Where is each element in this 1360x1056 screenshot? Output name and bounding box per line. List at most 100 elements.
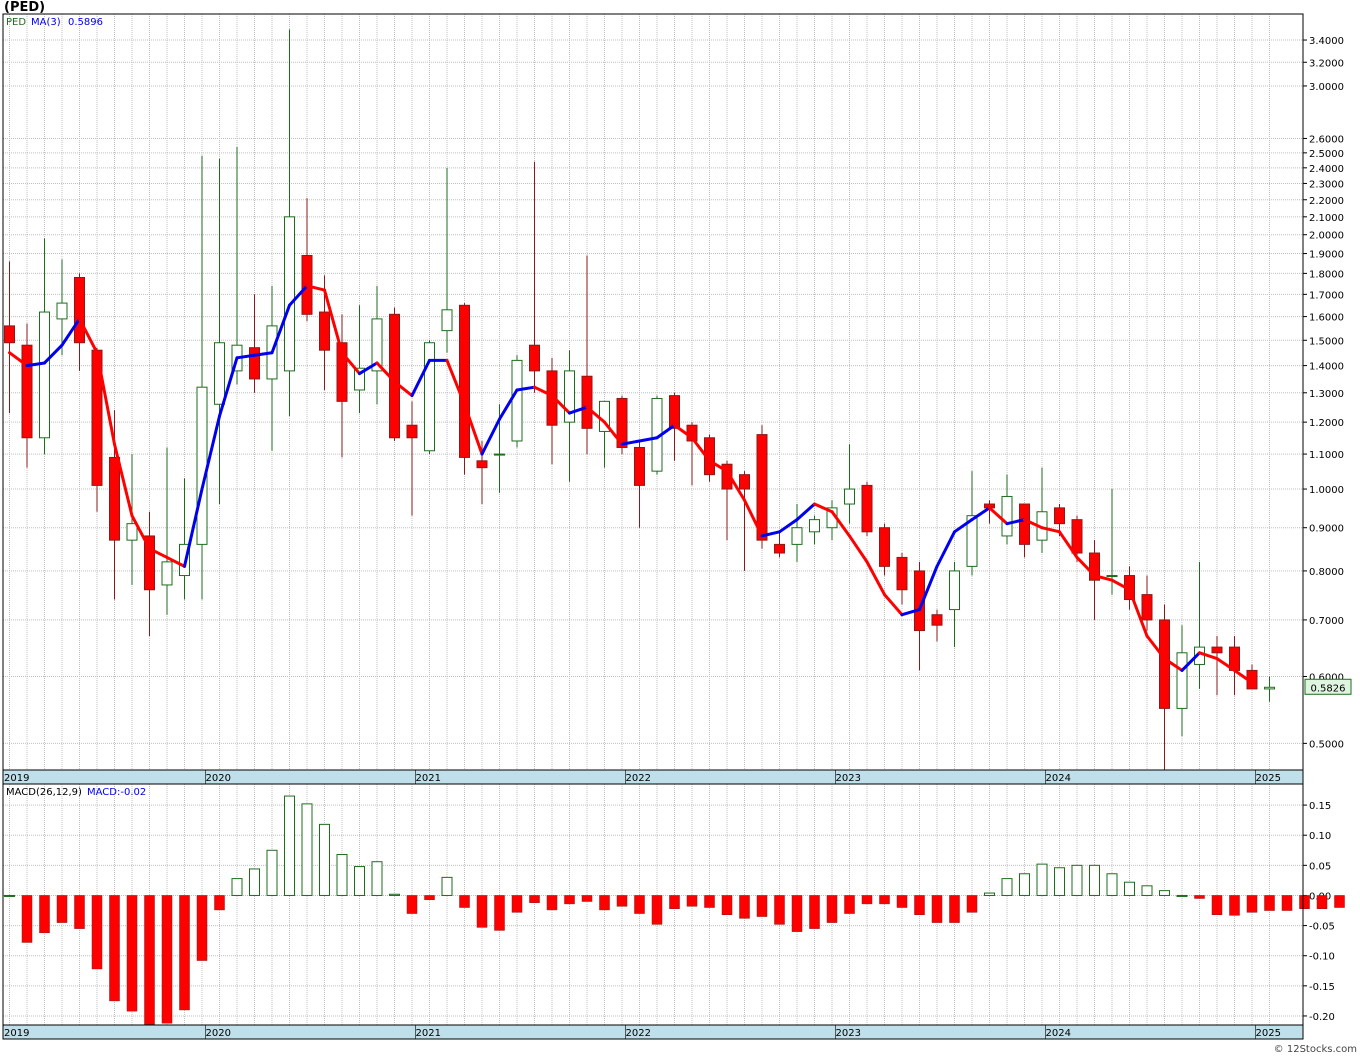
- macd-bar: [441, 876, 453, 896]
- candle-body: [511, 359, 523, 442]
- macd-bar: [214, 895, 225, 911]
- candle-body: [1141, 594, 1153, 621]
- candle-body: [1159, 619, 1170, 709]
- macd-bar: [91, 895, 103, 970]
- price-tick-label: 1.2000: [1309, 418, 1344, 429]
- macd-year-label: 2023: [836, 1028, 861, 1039]
- candle-body: [1264, 686, 1275, 690]
- candle-body: [39, 311, 50, 439]
- macd-tick-label: -0.05: [1309, 922, 1335, 933]
- candle-body: [161, 561, 173, 586]
- macd-bar: [249, 868, 260, 896]
- macd-bar: [354, 866, 365, 896]
- price-year-label: 2019: [4, 773, 29, 784]
- price-year-label: 2023: [836, 773, 861, 784]
- macd-bar: [1281, 895, 1293, 911]
- macd-bar: [931, 895, 943, 923]
- price-year-label: 2021: [416, 773, 441, 784]
- macd-bar: [301, 803, 313, 896]
- candle-body: [441, 309, 453, 332]
- candle-body: [774, 543, 785, 554]
- macd-panel: 0.150.100.050.00-0.05-0.10-0.15-0.202019…: [2, 783, 1345, 1040]
- macd-bar: [511, 895, 523, 913]
- candle-body: [249, 347, 260, 380]
- macd-bar: [406, 895, 418, 914]
- macd-bar: [4, 894, 15, 897]
- macd-tick-label: -0.20: [1309, 1012, 1335, 1023]
- price-tick-label: 2.0000: [1309, 231, 1344, 242]
- macd-bar: [651, 895, 663, 925]
- price-year-label: 2024: [1046, 773, 1071, 784]
- candle-body: [74, 276, 85, 344]
- candle-body: [319, 311, 330, 351]
- candle: [861, 481, 873, 536]
- price-panel: 0.50000.60000.70000.80000.90001.00001.10…: [2, 13, 1352, 785]
- candle-body: [284, 216, 295, 372]
- candle-body: [1054, 507, 1065, 525]
- price-year-label: 2020: [206, 773, 231, 784]
- candle-body: [459, 304, 470, 458]
- macd-bar: [336, 853, 348, 896]
- price-tick-label: 1.7000: [1309, 290, 1344, 301]
- macd-bar: [1316, 895, 1328, 909]
- macd-bar: [1036, 863, 1048, 896]
- macd-bar: [634, 895, 645, 914]
- candle-body: [791, 527, 803, 545]
- macd-bar: [756, 895, 768, 917]
- macd-bar: [1159, 890, 1170, 896]
- candle-body: [126, 523, 138, 541]
- macd-bar: [599, 895, 610, 911]
- candle-body: [1001, 495, 1013, 537]
- price-tick-label: 2.5000: [1309, 149, 1344, 160]
- candle-body: [1211, 646, 1223, 654]
- candle-body: [896, 556, 908, 591]
- candle-body: [494, 453, 505, 456]
- macd-bar: [1106, 873, 1118, 896]
- candle-body: [476, 460, 488, 469]
- candle-body: [879, 527, 890, 567]
- macd-bar: [581, 895, 593, 902]
- last-price-label: 0.5826: [1311, 683, 1346, 694]
- candle-body: [214, 342, 225, 405]
- chart-title: (PED): [4, 0, 45, 15]
- macd-bar: [161, 895, 173, 1024]
- price-date-band: [2, 769, 1304, 785]
- macd-bar: [704, 895, 715, 908]
- macd-bar: [1299, 895, 1310, 909]
- macd-bar: [721, 895, 733, 915]
- price-tick-label: 2.4000: [1309, 164, 1344, 175]
- legend-ma-value: 0.5896: [68, 17, 103, 28]
- price-tick-label: 1.8000: [1309, 269, 1344, 280]
- macd-bar: [1334, 895, 1345, 908]
- macd-bar: [844, 895, 855, 914]
- macd-bar: [616, 895, 628, 907]
- candle-body: [844, 488, 855, 505]
- macd-bar: [669, 895, 680, 909]
- macd-bar: [371, 861, 383, 896]
- candle-body: [809, 519, 820, 533]
- macd-year-label: 2019: [4, 1028, 29, 1039]
- price-tick-label: 2.1000: [1309, 213, 1344, 224]
- macd-bar: [739, 895, 750, 919]
- macd-bar: [459, 895, 470, 908]
- macd-bar: [826, 895, 838, 923]
- macd-year-label: 2021: [416, 1028, 441, 1039]
- macd-bar: [529, 895, 540, 903]
- price-tick-label: 1.0000: [1309, 485, 1344, 496]
- macd-bar: [196, 895, 208, 961]
- candle-body: [861, 484, 873, 533]
- macd-bar: [1124, 881, 1135, 896]
- macd-bar: [179, 895, 190, 1011]
- legend-macd-value: MACD:-0.02: [87, 787, 146, 798]
- price-tick-label: 2.6000: [1309, 134, 1344, 145]
- price-tick-label: 0.8000: [1309, 567, 1344, 578]
- price-tick-label: 2.2000: [1309, 196, 1344, 207]
- candle-body: [1106, 575, 1118, 578]
- candle-body: [1019, 503, 1030, 545]
- macd-bar: [1071, 864, 1083, 896]
- price-year-label: 2022: [626, 773, 651, 784]
- macd-bar: [879, 895, 890, 905]
- price-tick-label: 3.4000: [1309, 36, 1344, 47]
- candle: [459, 303, 470, 475]
- candle: [389, 307, 400, 441]
